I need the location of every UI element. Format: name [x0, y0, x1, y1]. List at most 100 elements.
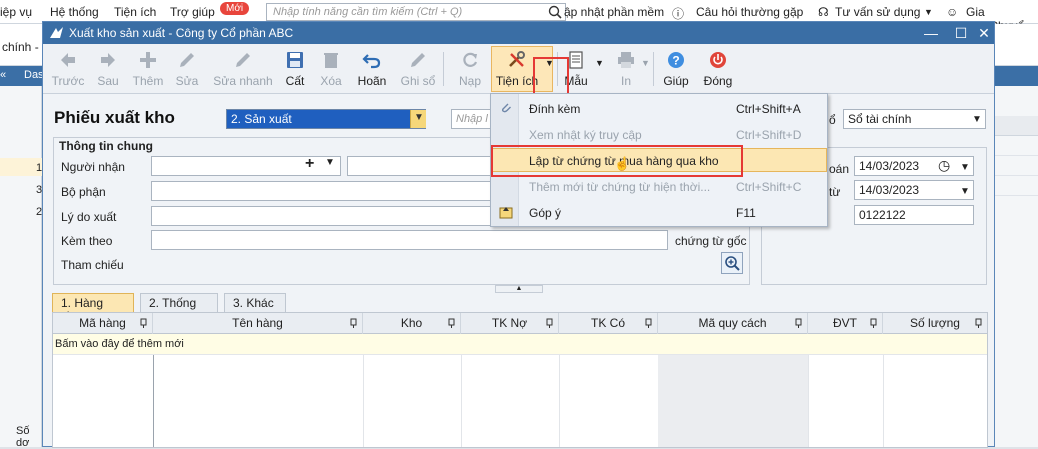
menu-item-attach[interactable]: Đính kèm Ctrl+Shift+A	[491, 96, 827, 120]
search-icon[interactable]	[548, 5, 562, 19]
print-button[interactable]: In	[611, 46, 641, 92]
accounting-date-chevron-down-icon[interactable]: ▼	[960, 162, 970, 173]
book-chevron-down-icon[interactable]: ▼	[972, 114, 982, 125]
menu-item-new-from-current[interactable]: Thêm mới từ chứng từ hiện thời... Ctrl+S…	[491, 174, 827, 198]
doc-date-chevron-down-icon[interactable]: ▼	[960, 186, 970, 197]
background-tab-dashboard[interactable]: Das	[24, 69, 44, 81]
background-footer-text: Số dơ	[16, 425, 30, 449]
column-quantity[interactable]: Số lượng	[883, 313, 987, 334]
department-field[interactable]	[151, 181, 497, 201]
global-search-input[interactable]: Nhập tính năng cần tìm kiếm (Ctrl + Q)	[266, 3, 566, 21]
pin-icon[interactable]	[974, 318, 984, 328]
add-new-row-text: Bấm vào đây để thêm mới	[55, 338, 184, 350]
template-chevron-down-icon[interactable]: ▼	[595, 58, 604, 68]
delete-button-label: Xóa	[320, 74, 342, 88]
attached-field[interactable]	[151, 230, 668, 250]
column-credit-account[interactable]: TK Có	[559, 313, 658, 334]
app-logo-icon	[50, 27, 63, 38]
reference-zoom-button[interactable]	[721, 252, 743, 274]
reference-label: Tham chiếu	[61, 258, 124, 272]
issue-type-chevron-down-icon[interactable]: ▼	[410, 110, 426, 128]
column-unit[interactable]: ĐVT	[808, 313, 883, 334]
svg-text:?: ?	[672, 54, 679, 68]
maximize-button[interactable]: ☐	[950, 24, 972, 42]
collapse-toggle-button[interactable]: ▲	[495, 285, 543, 293]
menu-tien-ich[interactable]: Tiện ích	[114, 5, 156, 19]
menu-item-feedback[interactable]: Góp ý F11	[491, 200, 827, 224]
accounting-date-field[interactable]: 14/03/2023	[854, 156, 974, 176]
background-tab-arrow[interactable]: «	[0, 69, 6, 81]
tools-icon	[509, 51, 525, 67]
add-new-row[interactable]: Bấm vào đây để thêm mới	[53, 334, 987, 355]
consulting-link[interactable]: Tư vấn sử dụng	[835, 5, 920, 19]
next-button[interactable]: Sau	[93, 46, 123, 92]
toolbar-separator	[653, 52, 654, 86]
department-label: Bộ phận	[61, 185, 106, 199]
help-button[interactable]: ? Giúp	[661, 46, 691, 92]
menu-nghiep-vu[interactable]: iệp vụ	[0, 5, 32, 19]
undo-icon	[362, 54, 381, 69]
tab-other[interactable]: 3. Khác	[224, 293, 286, 312]
column-spec-code[interactable]: Mã quy cách	[658, 313, 808, 334]
toolbar-separator	[443, 52, 444, 86]
pin-icon[interactable]	[794, 318, 804, 328]
book-select[interactable]: Sổ tài chính	[843, 109, 986, 129]
column-item-code[interactable]: Mã hàng	[53, 313, 153, 334]
pin-icon[interactable]	[447, 318, 457, 328]
chevron-down-icon[interactable]: ▼	[924, 7, 933, 17]
pin-icon[interactable]	[869, 318, 879, 328]
add-button[interactable]: Thêm	[131, 46, 165, 92]
stock-issue-dialog: Xuất kho sản xuất - Công ty Cổ phần ABC …	[42, 21, 995, 448]
column-item-name[interactable]: Tên hàng	[153, 313, 363, 334]
pin-icon[interactable]	[644, 318, 654, 328]
tab-goods[interactable]: 1. Hàng tiền	[52, 293, 134, 324]
dialog-titlebar: Xuất kho sản xuất - Công ty Cổ phần ABC …	[43, 22, 994, 44]
recipient-name-field[interactable]	[347, 156, 497, 176]
template-icon	[569, 51, 583, 69]
dialog-title: Xuất kho sản xuất - Công ty Cổ phần ABC	[69, 26, 294, 40]
recipient-chevron-down-icon[interactable]: ▼	[325, 157, 335, 168]
help-button-label: Giúp	[663, 74, 689, 88]
minimize-button[interactable]: —	[920, 24, 942, 42]
menu-tro-giup[interactable]: Trợ giúp	[170, 5, 215, 19]
background-right-panel	[995, 86, 1038, 447]
user-icon[interactable]: ☺	[946, 5, 958, 19]
edit-button[interactable]: Sửa	[173, 46, 201, 92]
print-chevron-down-icon[interactable]: ▼	[641, 58, 650, 68]
quick-edit-button[interactable]: Sửa nhanh	[213, 46, 273, 92]
post-icon	[411, 53, 425, 67]
close-button-label: Đóng	[703, 74, 733, 88]
add-recipient-plus-icon[interactable]: +	[305, 155, 314, 173]
doc-number-field[interactable]: 0122122	[854, 205, 974, 225]
update-software-link[interactable]: ập nhật phần mềm	[564, 5, 664, 19]
faq-link[interactable]: Câu hỏi thường gặp	[696, 5, 803, 19]
doc-date-field[interactable]: 14/03/2023	[854, 180, 974, 200]
calendar-icon[interactable]: ◷	[938, 157, 950, 174]
close-button[interactable]: Đóng	[699, 46, 737, 92]
post-button-label: Ghi sổ	[400, 74, 436, 88]
general-info-label: Thông tin chung	[59, 139, 153, 153]
column-debit-account[interactable]: TK Nợ	[461, 313, 559, 334]
issue-type-select[interactable]: 2. Sản xuất	[226, 109, 426, 129]
save-button[interactable]: Cất	[281, 46, 309, 92]
pin-icon[interactable]	[349, 318, 359, 328]
faq-icon[interactable]: ⓘ	[672, 5, 684, 22]
undo-button[interactable]: Hoãn	[355, 46, 389, 92]
menu-item-access-log[interactable]: Xem nhật ký truy cập Ctrl+Shift+D	[491, 122, 827, 146]
tab-statistics[interactable]: 2. Thống kê	[140, 293, 218, 324]
column-warehouse[interactable]: Kho	[363, 313, 461, 334]
pin-icon[interactable]	[545, 318, 555, 328]
close-window-button[interactable]: ✕	[973, 24, 995, 42]
headset-icon[interactable]: ☊	[818, 5, 829, 19]
refresh-icon	[463, 52, 478, 67]
reason-field[interactable]	[151, 206, 497, 226]
post-button[interactable]: Ghi sổ	[399, 46, 437, 92]
menu-item-feedback-label: Góp ý	[529, 206, 562, 220]
delete-button[interactable]: Xóa	[317, 46, 345, 92]
menu-he-thong[interactable]: Hệ thống	[50, 5, 99, 19]
prev-button-label: Trước	[51, 74, 85, 88]
pin-icon[interactable]	[139, 318, 149, 328]
reload-button[interactable]: Nạp	[455, 46, 485, 92]
pencil-icon	[180, 53, 194, 67]
prev-button[interactable]: Trước	[47, 46, 89, 92]
